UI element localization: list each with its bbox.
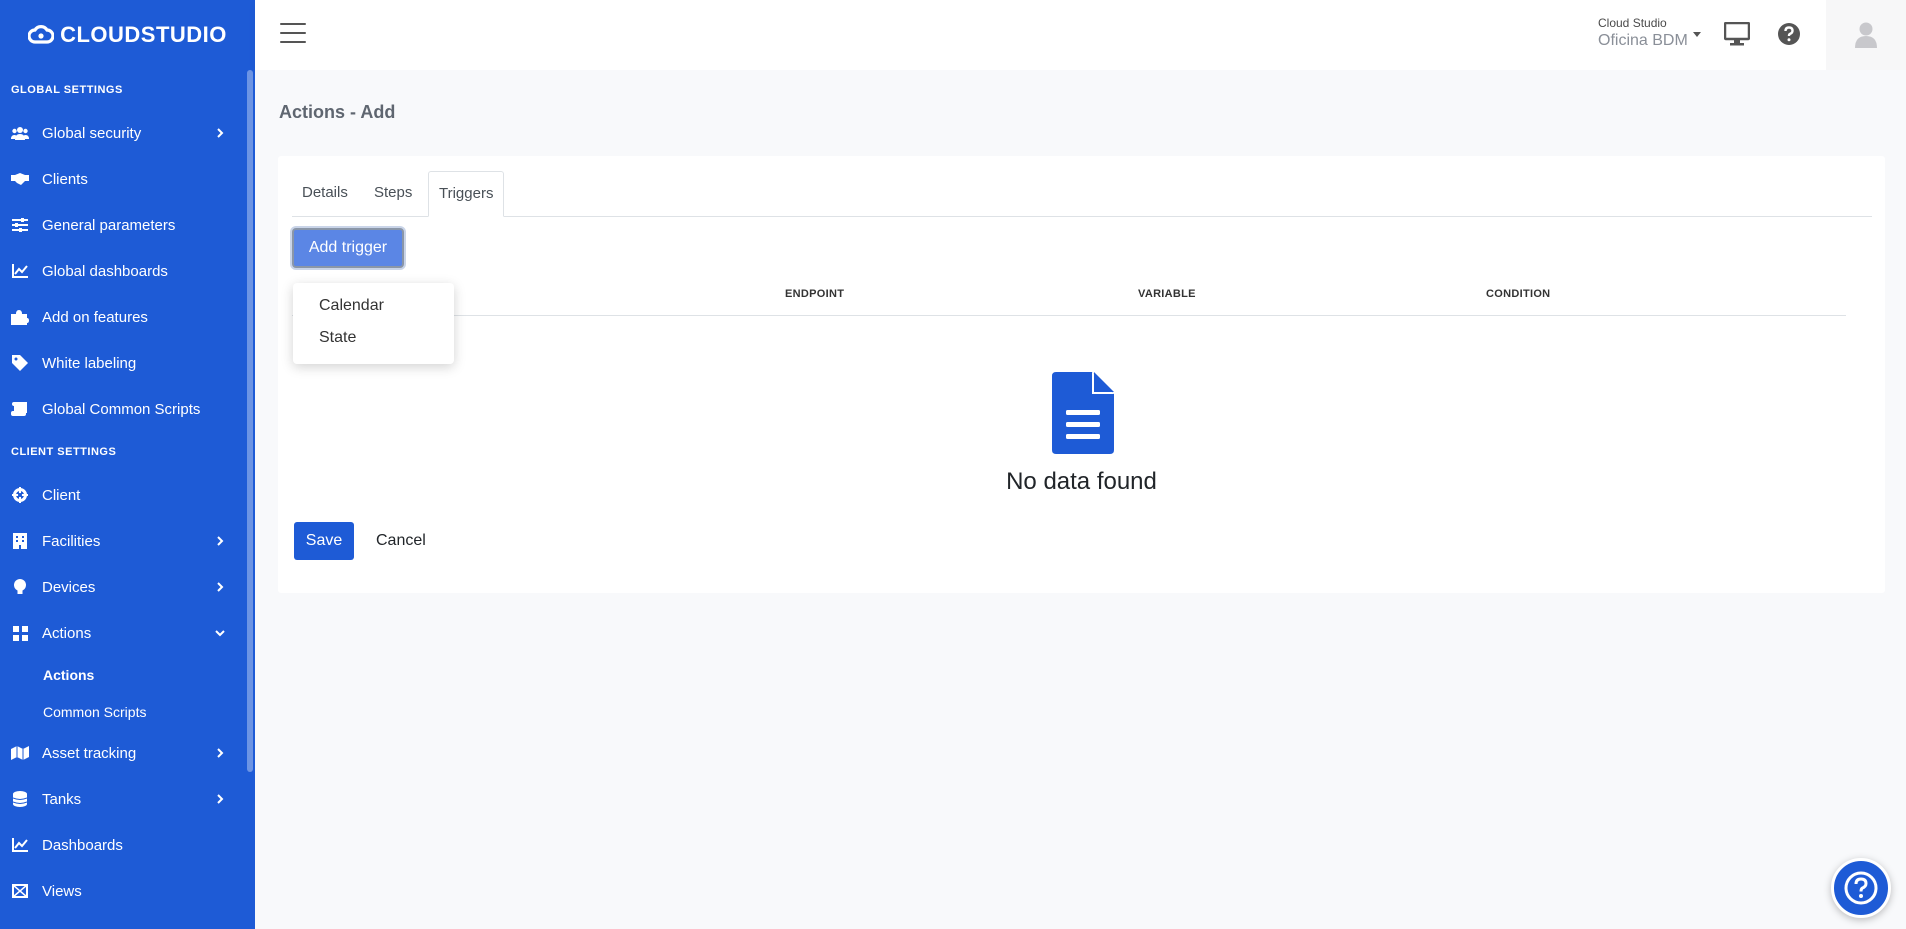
- sidebar-item-label: Global Common Scripts: [42, 400, 201, 418]
- database-icon: [11, 790, 29, 808]
- save-button[interactable]: Save: [294, 522, 354, 560]
- sidebar-item-client[interactable]: Client: [0, 472, 255, 518]
- tab-details[interactable]: Details: [292, 171, 358, 217]
- triggers-table-header: ENDPOINT VARIABLE CONDITION: [292, 276, 1846, 316]
- sidebar-item-global-security[interactable]: Global security: [0, 110, 255, 156]
- add-trigger-dropdown: Calendar State: [293, 283, 454, 364]
- client-switcher[interactable]: Cloud Studio Oficina BDM: [1598, 16, 1701, 50]
- sidebar-item-label: Add on features: [42, 308, 148, 326]
- client-switcher-line2: Oficina BDM: [1598, 32, 1688, 49]
- puzzle-icon: [11, 308, 29, 326]
- sidebar-item-label: Global dashboards: [42, 262, 168, 280]
- cancel-button[interactable]: Cancel: [376, 522, 426, 560]
- sidebar-scrollbar[interactable]: [247, 70, 253, 772]
- tabs: Details Steps Triggers: [292, 171, 1872, 217]
- sidebar-item-label: Facilities: [42, 532, 101, 550]
- sidebar-item-label: Dashboards: [42, 836, 123, 854]
- sidebar-item-add-on-features[interactable]: Add on features: [0, 294, 255, 340]
- document-icon: [1052, 372, 1114, 454]
- chevron-right-icon: [217, 582, 224, 592]
- sidebar-item-devices[interactable]: Devices: [0, 564, 255, 610]
- column-header-endpoint[interactable]: ENDPOINT: [785, 288, 844, 300]
- sidebar-subitem-common-scripts[interactable]: Common Scripts: [0, 693, 255, 730]
- tab-steps[interactable]: Steps: [364, 171, 422, 217]
- question-circle-icon: [1844, 871, 1878, 905]
- sidebar-item-views[interactable]: Views: [0, 868, 255, 914]
- sidebar-item-label: Clients: [42, 170, 88, 188]
- sidebar-item-global-common-scripts[interactable]: Global Common Scripts: [0, 386, 255, 432]
- chevron-right-icon: [217, 128, 224, 138]
- column-header-variable[interactable]: VARIABLE: [1138, 288, 1196, 300]
- column-header-condition[interactable]: CONDITION: [1486, 288, 1550, 300]
- handshake-icon: [11, 170, 29, 188]
- action-form-card: Details Steps Triggers Add trigger ENDPO…: [278, 156, 1885, 593]
- map-icon: [11, 744, 29, 762]
- chevron-down-icon: [215, 630, 225, 637]
- empty-state-text: No data found: [1006, 468, 1157, 495]
- sidebar-item-label: Global security: [42, 124, 142, 142]
- logo[interactable]: CLOUDSTUDIO: [0, 0, 255, 70]
- user-menu[interactable]: [1826, 0, 1906, 70]
- chevron-right-icon: [217, 794, 224, 804]
- chart-icon: [11, 836, 29, 854]
- sidebar-subitem-actions[interactable]: Actions: [0, 656, 255, 693]
- sidebar-item-tanks[interactable]: Tanks: [0, 776, 255, 822]
- page-content: Actions - Add Details Steps Triggers Add…: [255, 70, 1906, 929]
- sidebar-item-asset-tracking[interactable]: Asset tracking: [0, 730, 255, 776]
- chart-icon: [11, 262, 29, 280]
- sidebar-item-dashboards[interactable]: Dashboards: [0, 822, 255, 868]
- sidebar: CLOUDSTUDIO GLOBAL SETTINGS Global secur…: [0, 0, 255, 929]
- menu-toggle-icon[interactable]: [280, 23, 306, 45]
- dropdown-item-state[interactable]: State: [319, 329, 356, 347]
- caret-down-icon: [1693, 32, 1701, 37]
- sliders-icon: [11, 216, 29, 234]
- gear-icon: [11, 486, 29, 504]
- sidebar-item-label: Asset tracking: [42, 744, 137, 762]
- page-title: Actions - Add: [279, 102, 396, 122]
- sidebar-item-label: White labeling: [42, 354, 137, 372]
- chevron-right-icon: [217, 748, 224, 758]
- sidebar-item-label: Tanks: [42, 790, 82, 808]
- scroll-icon: [11, 400, 29, 418]
- sidebar-item-actions[interactable]: Actions: [0, 610, 255, 656]
- global-settings-title: GLOBAL SETTINGS: [11, 84, 123, 96]
- sidebar-item-general-parameters[interactable]: General parameters: [0, 202, 255, 248]
- monitor-icon[interactable]: [1724, 22, 1750, 46]
- help-icon[interactable]: [1777, 22, 1801, 46]
- grid-icon: [11, 624, 29, 642]
- dropdown-item-calendar[interactable]: Calendar: [319, 297, 384, 315]
- sidebar-item-clients[interactable]: Clients: [0, 156, 255, 202]
- topbar: Cloud Studio Oficina BDM: [255, 0, 1906, 70]
- add-trigger-button[interactable]: Add trigger: [292, 228, 404, 268]
- chevron-right-icon: [217, 536, 224, 546]
- building-icon: [11, 532, 29, 550]
- tag-icon: [11, 354, 29, 372]
- sidebar-item-label: Views: [42, 882, 82, 900]
- lightbulb-icon: [11, 578, 29, 596]
- tab-triggers[interactable]: Triggers: [428, 171, 505, 217]
- sidebar-item-facilities[interactable]: Facilities: [0, 518, 255, 564]
- sidebar-item-label: Actions: [42, 624, 92, 642]
- views-icon: [11, 882, 29, 900]
- sidebar-item-label: Devices: [42, 578, 96, 596]
- client-switcher-line1: Cloud Studio: [1598, 16, 1667, 30]
- sidebar-item-label: Client: [42, 486, 81, 504]
- users-icon: [11, 124, 29, 142]
- avatar-icon: [1855, 22, 1877, 48]
- cloud-logo-icon: [28, 25, 55, 44]
- sidebar-item-global-dashboards[interactable]: Global dashboards: [0, 248, 255, 294]
- sidebar-item-white-labeling[interactable]: White labeling: [0, 340, 255, 386]
- sidebar-item-label: General parameters: [42, 216, 176, 234]
- client-settings-title: CLIENT SETTINGS: [11, 446, 117, 458]
- help-chat-button[interactable]: [1831, 858, 1891, 918]
- brand-name: CLOUDSTUDIO: [60, 22, 227, 47]
